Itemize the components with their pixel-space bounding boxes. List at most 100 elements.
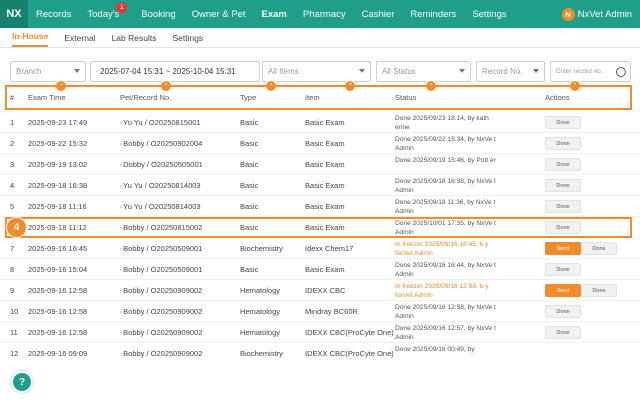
table-row[interactable]: 9 2025-09-16 12:58 ▫Bobby / O20250909002… (0, 280, 640, 301)
top-nav: NX Records Today's 1 Booking Owner & Pet … (0, 0, 640, 28)
pet-record[interactable]: ▫Dobby / O20250505001 (120, 160, 203, 169)
exam-type: Biochemistry (240, 349, 283, 358)
pet-record-text: Bobby / O20250909002 (123, 286, 203, 295)
done-button[interactable]: Done (545, 263, 581, 276)
tab-external[interactable]: External (64, 33, 95, 47)
table-row[interactable]: 4 2025-09-18 16:38 ▫Yu Yu / O20250814003… (0, 175, 640, 196)
row-index: 1 (10, 118, 15, 127)
done-button[interactable]: Done (545, 305, 581, 318)
row-index: 9 (10, 286, 15, 295)
table-row[interactable]: 10 2025-09-16 12:58 ▫Bobby / O2025090900… (0, 301, 640, 322)
tab-settings[interactable]: Settings (172, 33, 203, 47)
done-button[interactable]: Done (545, 116, 581, 129)
chevron-down-icon (74, 69, 80, 73)
search-icon[interactable] (616, 67, 626, 77)
exam-status: Done 2025/09/16 12:58, by NxVe t Admin (395, 304, 496, 320)
exam-item: Idexx Chem17 (305, 244, 354, 253)
nav-todays-label: Today's (87, 8, 120, 20)
chevron-down-icon (533, 69, 539, 73)
date-range-picker[interactable]: ▫ 2025-07-04 15:31 ~ 2025-10-04 15:31 (90, 61, 260, 82)
branch-select-label: Branch (16, 67, 42, 76)
table-row[interactable]: 8 2025-09-16 15:04 ▫Bobby / O20250509001… (0, 259, 640, 280)
nav-settings[interactable]: Settings (472, 9, 506, 20)
nav-exam[interactable]: Exam (262, 9, 287, 20)
nav-todays[interactable]: Today's 1 (87, 1, 128, 20)
nav-booking[interactable]: Booking (141, 9, 175, 20)
pet-record[interactable]: ▫Yu Yu / O20250814003 (120, 181, 201, 190)
items-select[interactable]: All Items (262, 61, 371, 82)
done-button[interactable]: Done (581, 242, 617, 255)
pet-record[interactable]: ▫Bobby / O20250902004 (120, 139, 202, 148)
exam-status: Done 2025/09/16 00:49, by (395, 346, 475, 353)
exam-item: Basic Exam (305, 202, 345, 211)
exam-item: Basic Exam (305, 160, 345, 169)
pet-record[interactable]: ▫Bobby / O20250509001 (120, 265, 202, 274)
exam-status: In freezer 2025/09/16 16:45, b y NxVet A… (395, 241, 489, 257)
done-button[interactable]: Done (545, 200, 581, 213)
nav-pharmacy[interactable]: Pharmacy (303, 9, 346, 20)
column-header-item: Item (305, 93, 320, 102)
pet-record[interactable]: ▫Yu Yu / O20250814003 (120, 202, 201, 211)
search-placeholder: Enter record no. (556, 68, 603, 75)
exam-type: Biochemistry (240, 244, 283, 253)
user-name: NxVet Admin (577, 8, 632, 20)
status-select-label: All Status (382, 67, 416, 76)
row-index: 12 (10, 349, 19, 358)
pet-record[interactable]: ▫Bobby / O20250909002 (120, 349, 202, 358)
table-row[interactable]: 12 2025-09-16 09:09 ▫Bobby / O2025090900… (0, 343, 640, 364)
pet-record-text: Yu Yu / O20250814003 (123, 181, 201, 190)
nav-owner-pet[interactable]: Owner & Pet (192, 9, 246, 20)
row-index: 11 (10, 328, 18, 337)
date-range-value: 2025-07-04 15:31 ~ 2025-10-04 15:31 (100, 67, 236, 76)
table-row[interactable]: 11 2025-09-16 12:58 ▫Bobby / O2025090900… (0, 322, 640, 343)
exam-item: Mindray BC60R (305, 307, 358, 316)
pet-record[interactable]: ▫Bobby / O20250509001 (120, 244, 202, 253)
brand-logo[interactable]: NX (0, 0, 28, 28)
calendar-icon: ▫ (96, 68, 99, 75)
exam-type: Basic (240, 160, 259, 169)
table-row[interactable]: 3 2025-09-19 13:02 ▫Dobby / O20250505001… (0, 154, 640, 175)
done-button[interactable]: Done (545, 179, 581, 192)
exam-status: Done 2025/09/16 12:57, by NxVe t Admin (395, 325, 496, 341)
exam-status: Done 2025/09/18 11:36, by NxVe t Admin (395, 199, 496, 215)
table-row[interactable]: 5 2025-09-18 11:16 ▫Yu Yu / O20250814003… (0, 196, 640, 217)
exam-time: 2025-09-18 16:38 (28, 181, 88, 190)
pet-record[interactable]: ▫Bobby / O20250909002 (120, 286, 202, 295)
exam-type: Basic (240, 118, 259, 127)
pet-record-text: Bobby / O20250902004 (123, 139, 203, 148)
pet-record-text: Bobby / O20250509001 (123, 265, 203, 274)
column-header-pet-record: Pet/Record No. (120, 93, 172, 102)
done-button[interactable]: Done (545, 158, 581, 171)
pet-record[interactable]: ▫Yu Yu / O20250815001 (120, 118, 201, 127)
row-index: 3 (10, 160, 15, 169)
status-select[interactable]: All Status (376, 61, 471, 82)
column-header-index: # (10, 93, 15, 102)
done-button[interactable]: Done (545, 326, 581, 339)
exam-time: 2025-09-16 12:58 (28, 328, 88, 337)
table-row[interactable]: 2 2025-09-22 15:32 ▫Bobby / O20250902004… (0, 133, 640, 154)
user-menu[interactable]: N NxVet Admin (561, 0, 632, 28)
record-search-input[interactable]: Enter record no. (550, 61, 631, 82)
column-header-exam-time[interactable]: Exam Time (28, 93, 66, 102)
tab-lab-results[interactable]: Lab Results (112, 33, 157, 47)
tab-in-house[interactable]: In-House (12, 31, 49, 47)
done-button[interactable]: Done (581, 284, 617, 297)
nav-reminders[interactable]: Reminders (410, 9, 456, 20)
done-button[interactable]: Done (545, 137, 581, 150)
exam-item: Basic Exam (305, 181, 345, 190)
send-button[interactable]: Send (545, 242, 581, 255)
callout-marker-4: 4 (6, 217, 27, 238)
send-button[interactable]: Send (545, 284, 581, 297)
nav-cashier[interactable]: Cashier (362, 9, 395, 20)
pet-record-text: Yu Yu / O20250814003 (123, 202, 201, 211)
exam-item: Basic Exam (305, 139, 345, 148)
record-type-select[interactable]: Record No. (476, 61, 545, 82)
help-button[interactable]: ? (11, 371, 33, 393)
branch-select[interactable]: Branch (10, 61, 86, 82)
nav-records[interactable]: Records (36, 9, 71, 20)
pet-record[interactable]: ▫Bobby / O20250909002 (120, 328, 202, 337)
pet-record[interactable]: ▫Bobby / O20250909002 (120, 307, 202, 316)
table-row[interactable]: 7 2025-09-16 16:45 ▫Bobby / O20250509001… (0, 238, 640, 259)
table-row[interactable]: 1 2025-09-23 17:49 ▫Yu Yu / O20250815001… (0, 112, 640, 133)
column-header-actions: Actions (545, 93, 570, 102)
